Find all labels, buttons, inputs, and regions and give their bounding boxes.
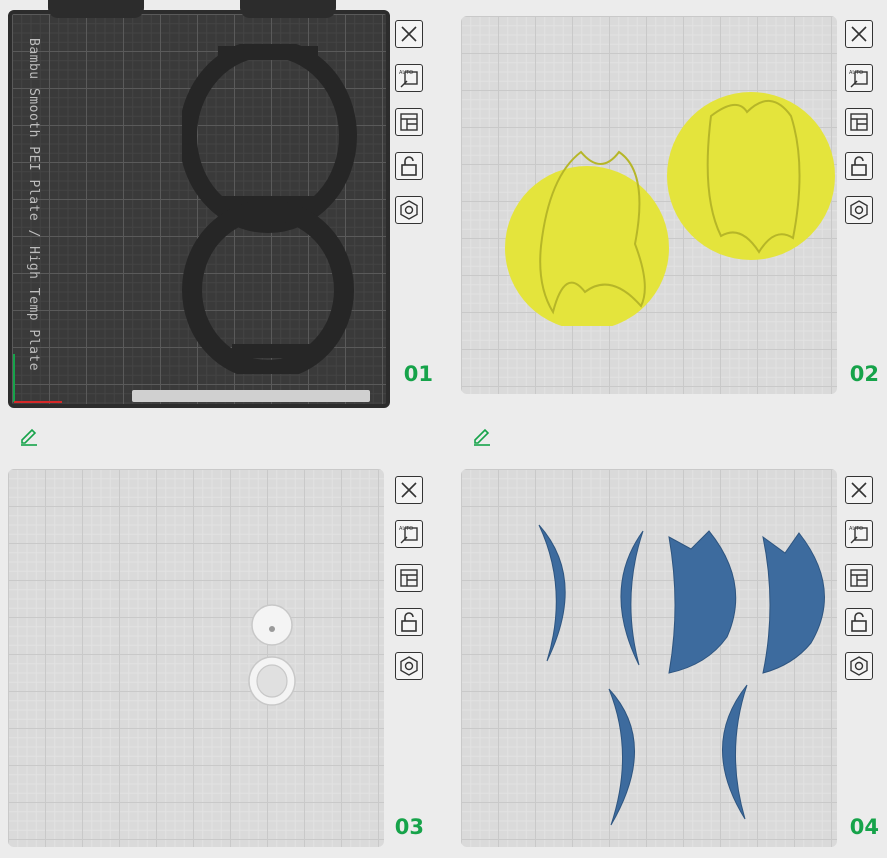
- close-icon[interactable]: [845, 20, 873, 48]
- bed-tab-left: [48, 0, 144, 18]
- layout-icon[interactable]: [845, 108, 873, 136]
- plate-01-bed[interactable]: Bambu Smooth PEI Plate / High Temp Plate: [8, 10, 390, 408]
- lock-icon[interactable]: [845, 152, 873, 180]
- plate-01-toolbar: AUTO: [395, 20, 425, 240]
- plate-01-objects[interactable]: [182, 44, 362, 374]
- settings-nut-icon[interactable]: [845, 652, 873, 680]
- plate-label: 04: [849, 815, 879, 839]
- plate-04-objects[interactable]: [531, 519, 831, 829]
- lock-icon[interactable]: [845, 608, 873, 636]
- settings-nut-icon[interactable]: [845, 196, 873, 224]
- plate-04-bed[interactable]: [461, 469, 837, 847]
- auto-arrange-icon[interactable]: AUTO: [845, 520, 873, 548]
- axis-indicator: [13, 354, 62, 403]
- svg-text:AUTO: AUTO: [399, 526, 413, 532]
- settings-nut-icon[interactable]: [395, 196, 423, 224]
- bed-bottom-bar: [132, 390, 370, 402]
- auto-arrange-icon[interactable]: AUTO: [395, 64, 423, 92]
- plate-03-toolbar: AUTO: [395, 476, 425, 696]
- white-cap-object: [251, 604, 293, 646]
- lock-icon[interactable]: [395, 152, 423, 180]
- yellow-ball-left: [505, 150, 669, 326]
- plate-01-panel: Bambu Smooth PEI Plate / High Temp Plate…: [8, 0, 433, 410]
- plate-label: 03: [394, 815, 424, 839]
- settings-nut-icon[interactable]: [395, 652, 423, 680]
- plate-02-toolbar: AUTO: [845, 20, 875, 240]
- plate-04-toolbar: AUTO: [845, 476, 875, 696]
- lock-icon[interactable]: [395, 608, 423, 636]
- plate-02-bed[interactable]: [461, 16, 837, 394]
- svg-text:AUTO: AUTO: [849, 70, 863, 76]
- blue-crescent-2: [620, 530, 644, 666]
- svg-text:AUTO: AUTO: [399, 70, 413, 76]
- layout-icon[interactable]: [395, 108, 423, 136]
- blue-half-shell-2: [762, 532, 825, 674]
- plate-label: 01: [403, 362, 433, 386]
- plate-03-panel: AUTO 03: [8, 469, 428, 849]
- blue-crescent-4: [722, 684, 748, 820]
- plate-name: Bambu Smooth PEI Plate / High Temp Plate: [26, 38, 41, 372]
- plate-03-objects[interactable]: [244, 603, 304, 713]
- plate-03-bed[interactable]: [8, 469, 384, 847]
- edit-icon[interactable]: [471, 424, 493, 446]
- plate-02-objects[interactable]: [501, 86, 837, 326]
- svg-text:AUTO: AUTO: [849, 526, 863, 532]
- edit-icon[interactable]: [18, 424, 40, 446]
- auto-arrange-icon[interactable]: AUTO: [395, 520, 423, 548]
- close-icon[interactable]: [845, 476, 873, 504]
- plate-02-panel: AUTO 02: [461, 16, 881, 396]
- layout-icon[interactable]: [395, 564, 423, 592]
- bed-tab-right: [240, 0, 336, 18]
- yellow-ball-right: [667, 92, 835, 260]
- blue-crescent-3: [608, 688, 635, 826]
- layout-icon[interactable]: [845, 564, 873, 592]
- auto-arrange-icon[interactable]: AUTO: [845, 64, 873, 92]
- close-icon[interactable]: [395, 476, 423, 504]
- plate-label: 02: [849, 362, 879, 386]
- blue-crescent-1: [538, 524, 566, 662]
- blue-half-shell-1: [668, 530, 737, 674]
- close-icon[interactable]: [395, 20, 423, 48]
- plate-04-panel: AUTO 04: [461, 469, 881, 849]
